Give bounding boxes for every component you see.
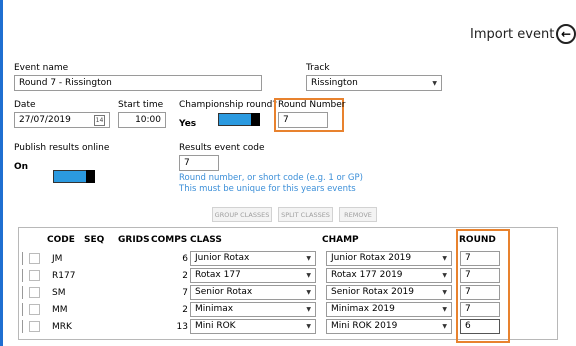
- results-code-hint-2: This must be unique for this years event…: [179, 184, 356, 194]
- event-name-label: Event name: [14, 63, 69, 73]
- publish-results-toggle[interactable]: [53, 170, 95, 183]
- start-time-input[interactable]: 10:00: [118, 112, 166, 128]
- back-button[interactable]: ←: [556, 24, 576, 44]
- results-event-code-label: Results event code: [179, 143, 265, 153]
- chevron-down-icon: ▼: [306, 272, 311, 279]
- row-selector[interactable]: [22, 269, 25, 282]
- class-select[interactable]: Junior Rotax ▼: [190, 251, 316, 266]
- champ-select-value: Minimax 2019: [331, 304, 395, 314]
- row-checkbox[interactable]: [29, 253, 40, 264]
- champ-select-value: Mini ROK 2019: [331, 321, 398, 331]
- row-checkbox[interactable]: [29, 287, 40, 298]
- arrow-left-icon: ←: [560, 27, 572, 41]
- class-select-value: Junior Rotax: [195, 253, 250, 263]
- class-select-value: Rotax 177: [195, 270, 241, 280]
- class-select-value: Minimax: [195, 304, 234, 314]
- column-header-champ[interactable]: CHAMP: [322, 235, 359, 245]
- champ-select-value: Rotax 177 2019: [331, 270, 403, 280]
- track-label: Track: [306, 63, 330, 73]
- chevron-down-icon: ▼: [306, 306, 311, 313]
- event-name-input[interactable]: Round 7 - Rissington: [14, 75, 262, 91]
- remove-button[interactable]: REMOVE: [339, 207, 377, 222]
- publish-results-state: On: [14, 162, 29, 172]
- champ-select-value: Senior Rotax 2019: [331, 287, 415, 297]
- chevron-down-icon: ▼: [442, 289, 447, 296]
- championship-round-state: Yes: [179, 119, 197, 129]
- chevron-down-icon: ▼: [432, 79, 437, 87]
- publish-results-label: Publish results online: [14, 143, 110, 153]
- column-header-class[interactable]: CLASS: [190, 235, 222, 245]
- round-number-input[interactable]: 7: [278, 112, 328, 128]
- championship-round-toggle[interactable]: [218, 113, 260, 126]
- class-select-value: Mini ROK: [195, 321, 236, 331]
- toggle-thumb: [251, 113, 260, 126]
- cell-code: R177: [52, 271, 76, 281]
- champ-select[interactable]: Junior Rotax 2019 ▼: [326, 251, 452, 266]
- results-event-code-input[interactable]: 7: [179, 155, 219, 171]
- column-header-seq[interactable]: SEQ: [84, 235, 104, 245]
- class-select[interactable]: Rotax 177 ▼: [190, 268, 316, 283]
- champ-select[interactable]: Minimax 2019 ▼: [326, 302, 452, 317]
- cell-comps: 13: [176, 322, 188, 332]
- cell-code: MM: [52, 305, 68, 315]
- chevron-down-icon: ▼: [442, 255, 447, 262]
- class-select[interactable]: Mini ROK ▼: [190, 319, 316, 334]
- group-classes-button[interactable]: GROUP CLASSES: [212, 207, 272, 222]
- track-select[interactable]: Rissington ▼: [306, 75, 442, 91]
- page-title: Import event: [470, 27, 555, 42]
- column-header-comps[interactable]: COMPS: [151, 235, 187, 245]
- champ-select[interactable]: Rotax 177 2019 ▼: [326, 268, 452, 283]
- row-selector[interactable]: [22, 320, 25, 333]
- cell-comps: 2: [182, 271, 188, 281]
- championship-round-label: Championship round?: [179, 100, 278, 110]
- class-select[interactable]: Minimax ▼: [190, 302, 316, 317]
- round-number-label: Round Number: [278, 100, 346, 110]
- chevron-down-icon: ▼: [442, 306, 447, 313]
- results-code-hint-1: Round number, or short code (e.g. 1 or G…: [179, 173, 363, 183]
- class-select[interactable]: Senior Rotax ▼: [190, 285, 316, 300]
- champ-select[interactable]: Mini ROK 2019 ▼: [326, 319, 452, 334]
- cell-code: MRK: [52, 322, 72, 332]
- chevron-down-icon: ▼: [442, 272, 447, 279]
- row-checkbox[interactable]: [29, 270, 40, 281]
- chevron-down-icon: ▼: [306, 323, 311, 330]
- cell-comps: 7: [182, 288, 188, 298]
- column-header-code[interactable]: CODE: [47, 235, 75, 245]
- chevron-down-icon: ▼: [306, 289, 311, 296]
- track-select-value: Rissington: [311, 77, 358, 88]
- cell-comps: 2: [182, 305, 188, 315]
- round-column-highlight: [456, 229, 510, 343]
- date-label: Date: [14, 100, 36, 110]
- toggle-thumb: [86, 170, 95, 183]
- chevron-down-icon: ▼: [306, 255, 311, 262]
- row-checkbox[interactable]: [29, 304, 40, 315]
- cell-code: JM: [52, 254, 63, 264]
- champ-select-value: Junior Rotax 2019: [331, 253, 412, 263]
- split-classes-button[interactable]: SPLIT CLASSES: [278, 207, 333, 222]
- row-selector[interactable]: [22, 252, 25, 265]
- calendar-icon[interactable]: 14: [94, 114, 105, 126]
- class-select-value: Senior Rotax: [195, 287, 253, 297]
- champ-select[interactable]: Senior Rotax 2019 ▼: [326, 285, 452, 300]
- column-header-grids[interactable]: GRIDS: [118, 235, 150, 245]
- date-picker[interactable]: 27/07/2019 14: [14, 112, 110, 128]
- row-selector[interactable]: [22, 303, 25, 316]
- row-selector[interactable]: [22, 286, 25, 299]
- start-time-label: Start time: [118, 100, 164, 110]
- chevron-down-icon: ▼: [442, 323, 447, 330]
- row-checkbox[interactable]: [29, 321, 40, 332]
- window-accent-bar: [0, 0, 3, 346]
- cell-comps: 6: [182, 254, 188, 264]
- date-value: 27/07/2019: [19, 114, 71, 125]
- cell-code: SM: [52, 288, 66, 298]
